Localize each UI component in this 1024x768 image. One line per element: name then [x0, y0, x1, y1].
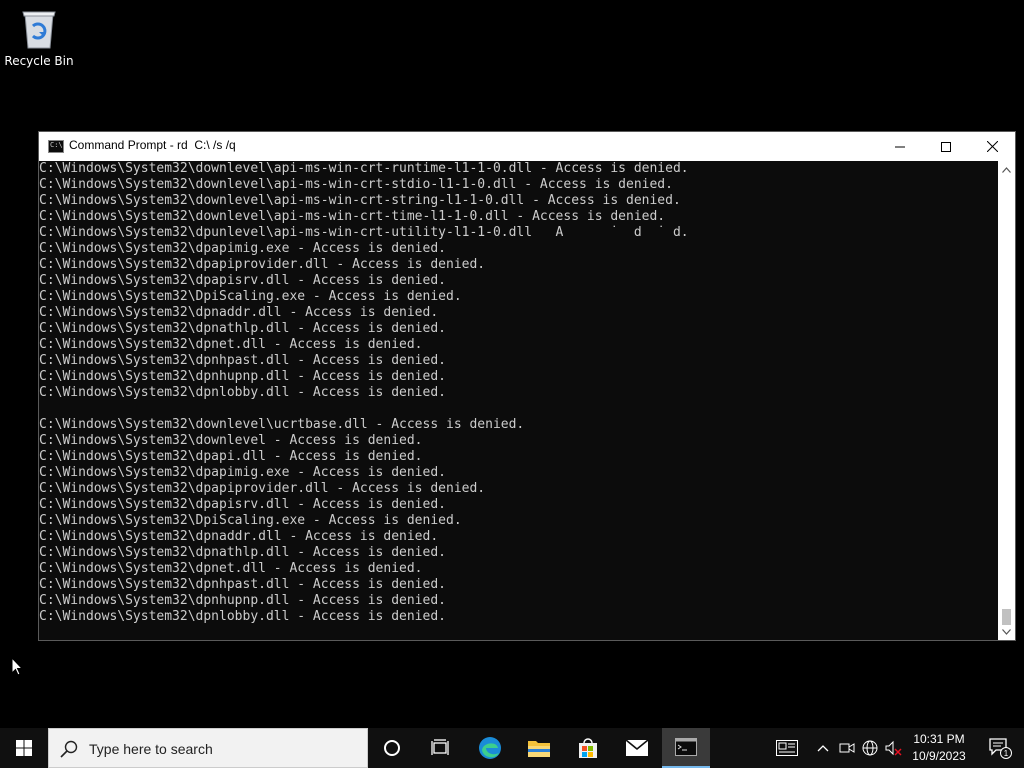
console-line: C:\Windows\System32\dpapimig.exe - Acces… — [39, 241, 446, 256]
recycle-bin-shortcut[interactable]: Recycle Bin — [4, 6, 74, 68]
meet-now-icon — [839, 743, 855, 753]
chevron-up-icon — [1002, 166, 1011, 173]
console-line: C:\Windows\System32\dpapimig.exe - Acces… — [39, 465, 446, 480]
recycle-bin-label: Recycle Bin — [4, 54, 74, 68]
news-icon — [776, 740, 798, 756]
console-line: C:\Windows\System32\dpnhupnp.dll - Acces… — [39, 593, 446, 608]
console-line: C:\Windows\System32\dpnaddr.dll - Access… — [39, 529, 439, 544]
file-explorer-button[interactable] — [515, 728, 563, 768]
taskbar: Type here to search 10:31 PM 10/9/2023 1 — [0, 728, 1024, 768]
close-icon — [986, 141, 998, 152]
task-view-icon — [431, 739, 449, 755]
start-button[interactable] — [0, 728, 48, 768]
command-prompt-icon — [675, 738, 697, 756]
meet-now-button[interactable] — [837, 728, 857, 768]
command-prompt-window[interactable]: C:\ Command Prompt - rd C:\ /s /q C:\Win… — [38, 131, 1016, 641]
notification-count: 1 — [1004, 749, 1009, 758]
mail-icon — [625, 739, 649, 756]
command-prompt-icon: C:\ — [48, 140, 64, 153]
scroll-up-button[interactable] — [998, 161, 1015, 178]
edge-icon — [479, 737, 501, 759]
console-line: C:\Windows\System32\downlevel\api-ms-win… — [39, 161, 689, 176]
edge-button[interactable] — [466, 728, 514, 768]
console-line: C:\Windows\System32\dpnlobby.dll - Acces… — [39, 385, 446, 400]
maximize-button[interactable] — [923, 132, 969, 161]
console-line: C:\Windows\System32\dpunlevel\api-ms-win… — [39, 225, 689, 240]
console-line: C:\Windows\System32\dpnaddr.dll - Access… — [39, 305, 439, 320]
clock-time: 10:31 PM — [913, 732, 965, 746]
network-button[interactable] — [860, 728, 880, 768]
close-button[interactable] — [969, 132, 1015, 161]
chevron-down-icon — [1002, 628, 1011, 635]
cortana-button[interactable] — [368, 728, 416, 768]
console-line: C:\Windows\System32\dpnlobby.dll - Acces… — [39, 609, 446, 624]
console-line: C:\Windows\System32\dpapiprovider.dll - … — [39, 481, 486, 496]
chevron-up-icon — [817, 745, 829, 752]
command-prompt-taskbar-button[interactable] — [662, 728, 710, 768]
cortana-icon — [384, 740, 400, 756]
minimize-icon — [895, 146, 905, 147]
console-line: C:\Windows\System32\downlevel\ucrtbase.d… — [39, 417, 525, 432]
store-button[interactable] — [564, 728, 612, 768]
console-line: C:\Windows\System32\dpapisrv.dll - Acces… — [39, 273, 446, 288]
console-line: C:\Windows\System32\downlevel\api-ms-win… — [39, 209, 666, 224]
console-line: C:\Windows\System32\dpapisrv.dll - Acces… — [39, 497, 446, 512]
console-line: C:\Windows\System32\DpiScaling.exe - Acc… — [39, 513, 462, 528]
console-line: C:\Windows\System32\DpiScaling.exe - Acc… — [39, 289, 462, 304]
volume-button[interactable] — [884, 728, 904, 768]
console-line: C:\Windows\System32\downlevel\api-ms-win… — [39, 177, 673, 192]
vertical-scrollbar[interactable] — [998, 161, 1015, 640]
recycle-bin-icon — [22, 11, 56, 49]
notification-icon: 1 — [989, 738, 1012, 759]
volume-muted-icon — [885, 740, 902, 756]
console-line: C:\Windows\System32\downlevel - Access i… — [39, 433, 423, 448]
window-title: Command Prompt - rd C:\ /s /q — [69, 138, 236, 152]
scroll-down-button[interactable] — [998, 623, 1015, 640]
console-line: C:\Windows\System32\dpnhupnp.dll - Acces… — [39, 369, 446, 384]
clock-date: 10/9/2023 — [912, 749, 966, 763]
search-box[interactable]: Type here to search — [48, 728, 368, 768]
console-line: C:\Windows\System32\dpnhpast.dll - Acces… — [39, 353, 446, 368]
show-hidden-icons-button[interactable] — [813, 728, 833, 768]
mail-button[interactable] — [613, 728, 661, 768]
console-line: C:\Windows\System32\dpnhpast.dll - Acces… — [39, 577, 446, 592]
system-clock[interactable]: 10:31 PM 10/9/2023 — [905, 731, 973, 765]
action-center-button[interactable]: 1 — [976, 728, 1024, 768]
console-line: C:\Windows\System32\dpapiprovider.dll - … — [39, 257, 486, 272]
console-line: C:\Windows\System32\dpapi.dll - Access i… — [39, 449, 423, 464]
start-icon — [16, 740, 32, 756]
console-output[interactable]: C:\Windows\System32\downlevel\api-ms-win… — [39, 161, 998, 640]
maximize-icon — [941, 141, 951, 152]
store-icon — [579, 738, 597, 758]
file-explorer-icon — [528, 741, 550, 757]
console-line: C:\Windows\System32\dpnathlp.dll - Acces… — [39, 545, 446, 560]
task-view-button[interactable] — [416, 728, 464, 768]
search-placeholder: Type here to search — [89, 741, 213, 757]
console-line: C:\Windows\System32\downlevel\api-ms-win… — [39, 193, 681, 208]
title-bar[interactable]: C:\ Command Prompt - rd C:\ /s /q — [39, 132, 1015, 161]
globe-icon — [862, 740, 878, 756]
minimize-button[interactable] — [877, 132, 923, 161]
news-widget-button[interactable] — [772, 728, 802, 768]
search-icon — [60, 740, 78, 758]
console-line: C:\Windows\System32\dpnet.dll - Access i… — [39, 561, 423, 576]
console-line: C:\Windows\System32\dpnet.dll - Access i… — [39, 337, 423, 352]
console-line: C:\Windows\System32\dpnathlp.dll - Acces… — [39, 321, 446, 336]
mouse-cursor-icon — [11, 657, 23, 676]
